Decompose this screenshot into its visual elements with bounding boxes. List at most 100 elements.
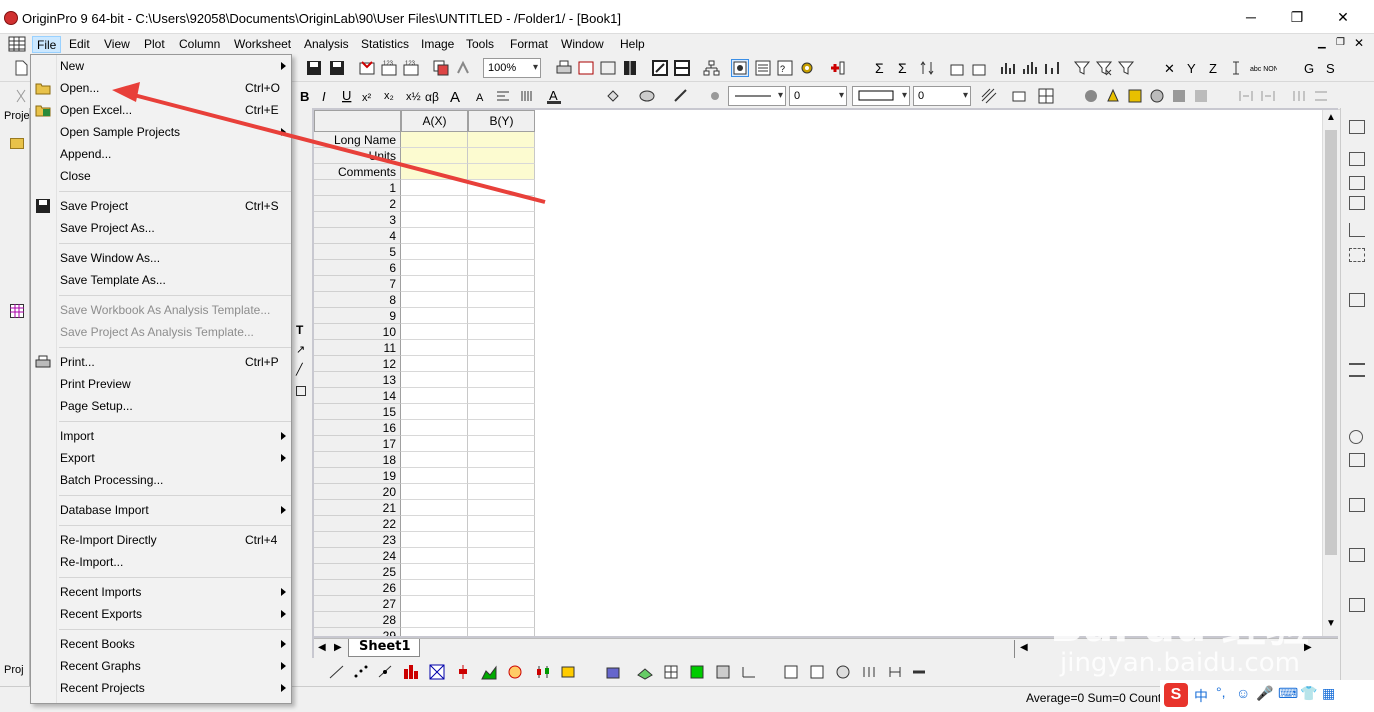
- menu-item-open-sample-projects[interactable]: Open Sample Projects: [31, 121, 291, 143]
- hatch-icon[interactable]: [980, 87, 998, 105]
- punctuation-icon[interactable]: °,: [1216, 684, 1226, 700]
- menu-item-open[interactable]: Open... Ctrl+O: [31, 77, 291, 99]
- scroll-up-icon[interactable]: ▲: [1326, 112, 1336, 123]
- menu-item-re-import[interactable]: Re-Import...: [31, 551, 291, 573]
- data-cell[interactable]: [468, 596, 535, 612]
- mdi-close-button[interactable]: ✕: [1354, 36, 1364, 50]
- font-larger-icon[interactable]: A: [448, 87, 466, 106]
- data-cell[interactable]: [401, 372, 468, 388]
- error-bar-plot-icon[interactable]: [860, 663, 878, 681]
- line-width-combo[interactable]: 0: [789, 86, 847, 106]
- data-cell[interactable]: [468, 516, 535, 532]
- bold-icon[interactable]: B: [296, 87, 314, 105]
- column-chart-icon[interactable]: [999, 59, 1017, 77]
- italic-icon[interactable]: I: [317, 87, 335, 105]
- template-library-icon[interactable]: [560, 663, 578, 681]
- keyboard-icon[interactable]: ⌨: [1278, 685, 1298, 702]
- data-cell[interactable]: [468, 340, 535, 356]
- menu-item-recent-imports[interactable]: Recent Imports: [31, 581, 291, 603]
- 3d-wireframe-icon[interactable]: [662, 663, 680, 681]
- line-style-combo[interactable]: [728, 86, 786, 106]
- row-label[interactable]: Units: [314, 148, 401, 164]
- 3d-surface-icon[interactable]: [636, 663, 654, 681]
- row-number[interactable]: 23: [314, 532, 401, 548]
- hscroll-right-icon[interactable]: ▶: [1304, 642, 1312, 653]
- data-cell[interactable]: [401, 580, 468, 596]
- column-statistics-icon[interactable]: Σ: [896, 59, 914, 77]
- menu-item-export[interactable]: Export: [31, 447, 291, 469]
- set-column-values-icon[interactable]: [948, 59, 966, 77]
- data-cell[interactable]: [468, 580, 535, 596]
- row-number[interactable]: 28: [314, 612, 401, 628]
- column-header-b[interactable]: B(Y): [468, 110, 535, 132]
- vertical-scrollbar[interactable]: ▲ ▼: [1322, 110, 1338, 636]
- row-number[interactable]: 11: [314, 340, 401, 356]
- corner-cell[interactable]: [314, 110, 401, 132]
- data-cell[interactable]: [401, 404, 468, 420]
- 3d-perspective-icon[interactable]: [1126, 87, 1144, 105]
- mdi-restore-button[interactable]: ❐: [1336, 37, 1345, 48]
- metadata-cell[interactable]: [401, 148, 468, 164]
- column-width-icon[interactable]: [518, 87, 536, 105]
- mdi-minimize-button[interactable]: ▁: [1318, 38, 1326, 49]
- row-number[interactable]: 14: [314, 388, 401, 404]
- fill-color-icon[interactable]: [604, 87, 622, 105]
- data-cell[interactable]: [468, 404, 535, 420]
- row-number[interactable]: 2: [314, 196, 401, 212]
- project-explorer-tab-label[interactable]: Proj: [4, 664, 24, 676]
- axis-icon[interactable]: [1349, 223, 1365, 237]
- data-cell[interactable]: [401, 340, 468, 356]
- 3d-bars-icon[interactable]: [604, 663, 622, 681]
- filter-icon[interactable]: [1073, 59, 1091, 77]
- polar-plot-icon[interactable]: [834, 663, 852, 681]
- worksheet-grid-icon[interactable]: [10, 304, 24, 318]
- superscript-icon[interactable]: x²: [360, 87, 378, 105]
- underline-icon[interactable]: U: [338, 87, 356, 105]
- add-layer-icon[interactable]: [1349, 152, 1365, 166]
- light-icon[interactable]: [706, 87, 724, 105]
- menu-item-open-excel[interactable]: Open Excel... Ctrl+E: [31, 99, 291, 121]
- import-ascii-icon[interactable]: 123: [380, 59, 398, 77]
- row-number[interactable]: 1: [314, 180, 401, 196]
- scatter-plot-icon[interactable]: [352, 663, 370, 681]
- sum-statistics-icon[interactable]: Σ: [873, 59, 891, 77]
- menu-item-re-import-directly[interactable]: Re-Import Directly Ctrl+4: [31, 529, 291, 551]
- row-number[interactable]: 3: [314, 212, 401, 228]
- row-number[interactable]: 5: [314, 244, 401, 260]
- metadata-cell[interactable]: [401, 164, 468, 180]
- data-cell[interactable]: [468, 500, 535, 516]
- data-cell[interactable]: [401, 516, 468, 532]
- box-icon[interactable]: [1349, 293, 1365, 307]
- sogou-ime-icon[interactable]: S: [1164, 683, 1188, 707]
- sort-icon[interactable]: [918, 59, 936, 77]
- row-number[interactable]: 21: [314, 500, 401, 516]
- data-cell[interactable]: [468, 324, 535, 340]
- data-cell[interactable]: [468, 420, 535, 436]
- new-document-icon[interactable]: [12, 59, 30, 77]
- line-color-icon[interactable]: [672, 87, 690, 105]
- row-label[interactable]: Comments: [314, 164, 401, 180]
- menu-item-new[interactable]: New: [31, 55, 291, 77]
- data-cell[interactable]: [468, 292, 535, 308]
- command-window-icon[interactable]: ?: [776, 59, 794, 77]
- cut-icon[interactable]: [12, 87, 30, 105]
- clock-icon[interactable]: [1349, 430, 1363, 444]
- align-icon[interactable]: [494, 87, 512, 105]
- text-tool-icon[interactable]: T: [296, 323, 303, 337]
- data-cell[interactable]: [468, 388, 535, 404]
- stacked-chart-icon[interactable]: [1043, 59, 1061, 77]
- set-as-label-icon[interactable]: abc NONE: [1249, 59, 1284, 77]
- project-explorer-icon[interactable]: [702, 59, 720, 77]
- filter-toggle-icon[interactable]: [1117, 59, 1135, 77]
- row-number[interactable]: 8: [314, 292, 401, 308]
- data-cell[interactable]: [401, 436, 468, 452]
- recalculate-icon[interactable]: [455, 59, 473, 77]
- folder-icon[interactable]: [10, 138, 24, 149]
- menu-item-recent-exports[interactable]: Recent Exports: [31, 603, 291, 625]
- set-as-group-icon[interactable]: G: [1300, 59, 1318, 77]
- data-cell[interactable]: [468, 436, 535, 452]
- tab-sheet1[interactable]: Sheet1: [348, 639, 420, 657]
- menu-item-recent-books[interactable]: Recent Books: [31, 633, 291, 655]
- code-builder-icon[interactable]: [651, 59, 669, 77]
- lines-icon[interactable]: [1349, 363, 1365, 377]
